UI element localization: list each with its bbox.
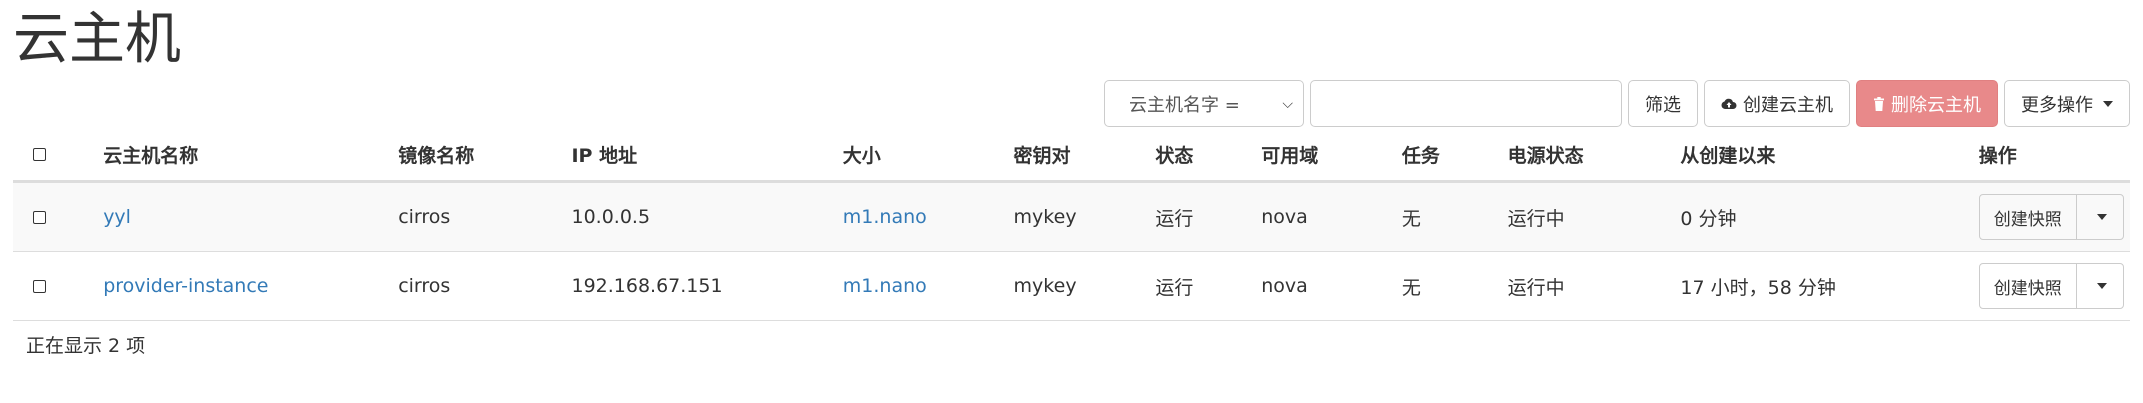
availability-zone-cell: nova bbox=[1261, 181, 1402, 252]
table-toolbar: 云主机名字 = ⌵ 筛选 创建云主机 删除云主机 更多操作 bbox=[1104, 80, 2130, 127]
age-cell: 0 分钟 bbox=[1680, 181, 1979, 252]
create-instance-button[interactable]: 创建云主机 bbox=[1704, 80, 1850, 127]
table-header-row: 云主机名称 镜像名称 IP 地址 大小 密钥对 状态 可用域 任务 电源状态 从… bbox=[13, 128, 2130, 183]
status-cell: 运行 bbox=[1155, 251, 1262, 321]
create-instance-label: 创建云主机 bbox=[1743, 94, 1833, 116]
column-header[interactable]: 密钥对 bbox=[1013, 128, 1156, 183]
image-name-cell: cirros bbox=[398, 181, 572, 252]
instance-name-link[interactable]: provider-instance bbox=[103, 275, 268, 297]
column-header[interactable]: 大小 bbox=[842, 128, 1014, 183]
power-state-cell: 运行中 bbox=[1507, 251, 1681, 321]
row-checkbox[interactable] bbox=[33, 211, 46, 224]
filter-field-select[interactable]: 云主机名字 = ⌵ bbox=[1104, 80, 1304, 127]
filter-input[interactable] bbox=[1310, 80, 1622, 127]
column-header[interactable]: 从创建以来 bbox=[1680, 128, 1979, 183]
row-actions-dropdown[interactable] bbox=[2077, 195, 2123, 239]
ip-address-cell: 192.168.67.151 bbox=[571, 251, 843, 321]
select-all-checkbox[interactable] bbox=[33, 148, 46, 161]
delete-instance-button[interactable]: 删除云主机 bbox=[1856, 80, 1998, 127]
column-header: 操作 bbox=[1978, 128, 2130, 183]
chevron-down-icon: ⌵ bbox=[1282, 95, 1293, 112]
column-header[interactable]: 状态 bbox=[1155, 128, 1262, 183]
ip-address-cell: 10.0.0.5 bbox=[571, 181, 843, 252]
table-row: provider-instance cirros 192.168.67.151 … bbox=[13, 251, 2130, 321]
task-cell: 无 bbox=[1401, 181, 1508, 252]
status-cell: 运行 bbox=[1155, 181, 1262, 252]
filter-button[interactable]: 筛选 bbox=[1628, 80, 1698, 127]
more-actions-label: 更多操作 bbox=[2021, 94, 2093, 116]
table-row: yyl cirros 10.0.0.5 m1.nano mykey 运行 nov… bbox=[13, 181, 2130, 252]
row-checkbox[interactable] bbox=[33, 280, 46, 293]
caret-down-icon bbox=[2103, 100, 2113, 107]
caret-down-icon bbox=[2096, 283, 2107, 289]
power-state-cell: 运行中 bbox=[1507, 181, 1681, 252]
page-title: 云主机 bbox=[13, 7, 181, 72]
flavor-link[interactable]: m1.nano bbox=[843, 206, 927, 228]
cloud-upload-icon bbox=[1721, 98, 1737, 109]
instances-table: 云主机名称 镜像名称 IP 地址 大小 密钥对 状态 可用域 任务 电源状态 从… bbox=[13, 128, 2130, 321]
age-cell: 17 小时，58 分钟 bbox=[1680, 251, 1979, 321]
filter-button-label: 筛选 bbox=[1645, 94, 1681, 116]
availability-zone-cell: nova bbox=[1261, 251, 1402, 321]
column-header[interactable]: 任务 bbox=[1401, 128, 1508, 183]
column-header[interactable]: IP 地址 bbox=[571, 128, 843, 183]
column-header[interactable]: 镜像名称 bbox=[398, 128, 572, 183]
caret-down-icon bbox=[2096, 214, 2107, 220]
trash-icon bbox=[1874, 96, 1884, 111]
row-action-group: 创建快照 bbox=[1978, 263, 2124, 309]
column-header[interactable]: 云主机名称 bbox=[103, 128, 399, 183]
delete-instance-label: 删除云主机 bbox=[1891, 94, 1981, 116]
row-action-group: 创建快照 bbox=[1978, 194, 2124, 240]
item-count: 正在显示 2 项 bbox=[26, 335, 146, 357]
row-actions-dropdown[interactable] bbox=[2077, 264, 2123, 308]
image-name-cell: cirros bbox=[398, 251, 572, 321]
keypair-cell: mykey bbox=[1013, 251, 1156, 321]
filter-field-label: 云主机名字 = bbox=[1129, 94, 1240, 116]
create-snapshot-button[interactable]: 创建快照 bbox=[1980, 264, 2077, 308]
column-header[interactable]: 电源状态 bbox=[1507, 128, 1681, 183]
instance-name-link[interactable]: yyl bbox=[103, 206, 131, 228]
keypair-cell: mykey bbox=[1013, 181, 1156, 252]
task-cell: 无 bbox=[1401, 251, 1508, 321]
flavor-link[interactable]: m1.nano bbox=[843, 275, 927, 297]
column-header[interactable]: 可用域 bbox=[1261, 128, 1402, 183]
more-actions-button[interactable]: 更多操作 bbox=[2004, 80, 2130, 127]
create-snapshot-button[interactable]: 创建快照 bbox=[1980, 195, 2077, 239]
